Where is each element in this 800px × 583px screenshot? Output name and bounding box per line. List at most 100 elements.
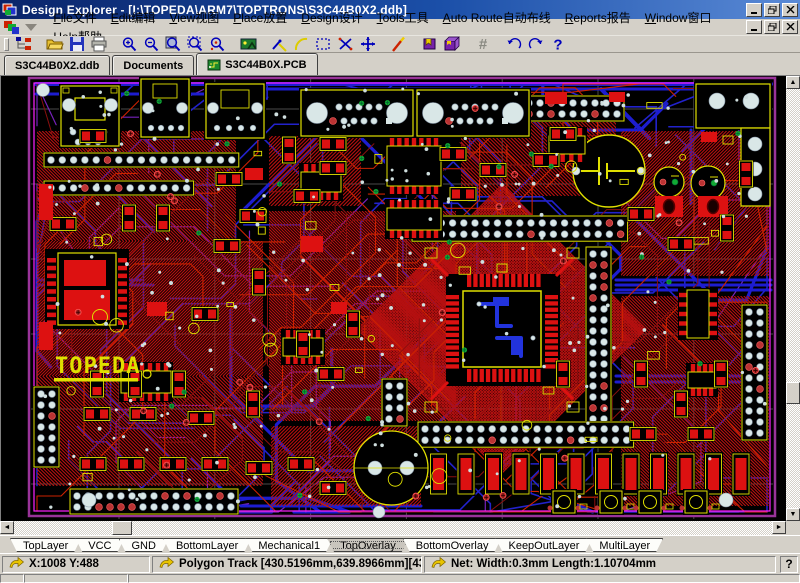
doc-minimize-button[interactable] (746, 20, 762, 34)
save-button[interactable] (66, 36, 88, 53)
smd-passive[interactable] (449, 187, 477, 202)
smd-passive[interactable] (674, 390, 689, 418)
smd-passive[interactable] (556, 360, 571, 388)
smd-passive[interactable] (282, 136, 297, 164)
smd-passive[interactable] (667, 237, 695, 252)
menu-view[interactable]: View视图 (162, 8, 226, 27)
horizontal-scroll-track[interactable] (14, 521, 772, 535)
smd-passive[interactable] (627, 207, 655, 222)
smd-passive[interactable] (245, 461, 273, 476)
smd-passive[interactable] (117, 457, 145, 472)
zoom-point-button[interactable] (207, 36, 229, 53)
zoom-document-button[interactable] (163, 36, 185, 53)
zoom-out-button[interactable] (141, 36, 163, 53)
menu-file[interactable]: File文件 (46, 8, 103, 27)
smd-passive[interactable] (287, 457, 315, 472)
cross-probe-button[interactable] (335, 36, 357, 53)
smd-passive[interactable] (319, 481, 347, 496)
pin-header[interactable] (411, 215, 629, 242)
smd-passive[interactable] (201, 457, 229, 472)
move-button[interactable] (357, 36, 379, 53)
minimize-button[interactable] (746, 3, 762, 17)
horizontal-scrollbar[interactable]: ◄ ► (0, 521, 800, 535)
horizontal-scroll-thumb[interactable] (112, 521, 132, 535)
document-tab-s3c44b0x2-ddb[interactable]: S3C44B0X2.ddb (4, 55, 110, 75)
menu-window[interactable]: Window窗口 (638, 8, 719, 27)
zoom-in-button[interactable] (119, 36, 141, 53)
smd-passive[interactable] (634, 360, 649, 388)
smd-resistor[interactable] (512, 452, 531, 496)
print-button[interactable] (88, 36, 110, 53)
menu-design[interactable]: Design设计 (294, 8, 369, 27)
menu-place[interactable]: Place放置 (226, 8, 294, 27)
soic-ic[interactable] (385, 199, 443, 239)
vertical-scroll-track[interactable] (786, 89, 800, 508)
doc-restore-button[interactable] (764, 20, 780, 34)
smd-passive[interactable] (49, 217, 77, 232)
layer-tab-vcc[interactable]: VCC (75, 538, 124, 552)
smd-passive[interactable] (252, 268, 267, 296)
smd-passive[interactable] (246, 390, 261, 418)
smd-passive[interactable] (629, 427, 657, 442)
capacitor[interactable] (654, 167, 684, 197)
pin-header[interactable] (381, 378, 408, 427)
smd-passive[interactable] (479, 163, 507, 178)
library-3d-button[interactable] (441, 36, 463, 53)
scroll-up-button[interactable]: ▲ (786, 76, 800, 89)
soic-ic[interactable] (686, 363, 718, 397)
design-explorer-cascade-icon[interactable] (4, 20, 19, 35)
smd-passive[interactable] (319, 161, 347, 176)
doc-close-button[interactable] (782, 20, 798, 34)
redo-button[interactable] (525, 36, 547, 53)
undo-button[interactable] (503, 36, 525, 53)
smd-resistor[interactable] (457, 452, 476, 496)
vertical-scroll-thumb[interactable] (786, 382, 800, 404)
fuse[interactable] (698, 196, 728, 217)
pin-header[interactable] (43, 152, 240, 168)
soic-ic[interactable] (678, 288, 718, 340)
scroll-down-button[interactable]: ▼ (786, 508, 800, 521)
highlight-button[interactable] (388, 36, 410, 53)
layer-tab-gnd[interactable]: GND (119, 538, 169, 552)
open-button[interactable] (44, 36, 66, 53)
document-tab-documents[interactable]: Documents (112, 55, 194, 75)
scroll-left-button[interactable]: ◄ (0, 521, 14, 534)
smd-passive[interactable] (319, 137, 347, 152)
smd-passive[interactable] (79, 129, 107, 144)
place-arc-button[interactable] (291, 36, 313, 53)
smd-passive[interactable] (739, 160, 754, 188)
library-button[interactable] (419, 36, 441, 53)
layer-tab-toplayer[interactable]: TopLayer (10, 538, 81, 552)
smd-passive[interactable] (79, 457, 107, 472)
smd-passive[interactable] (687, 427, 715, 442)
smd-passive[interactable] (213, 239, 241, 254)
scroll-right-button[interactable]: ► (772, 521, 786, 534)
select-area-button[interactable] (313, 36, 335, 53)
soic-ic-large[interactable] (45, 249, 129, 329)
smd-passive[interactable] (83, 407, 111, 422)
grid-button[interactable]: # (472, 36, 494, 53)
help-button[interactable]: ? (547, 36, 569, 53)
status-help-button[interactable]: ? (780, 556, 798, 573)
menu-edit[interactable]: Edit编辑 (104, 8, 163, 27)
brand-text[interactable]: TOPEDA (54, 354, 151, 382)
layer-tab-topoverlay[interactable]: TopOverlay (327, 538, 409, 552)
toolbar-handle[interactable] (4, 38, 9, 51)
place-track-button[interactable] (269, 36, 291, 53)
smd-passive[interactable] (122, 204, 137, 232)
db9-connector[interactable] (415, 88, 531, 138)
connector[interactable] (204, 82, 266, 140)
layer-tab-bottomoverlay[interactable]: BottomOverlay (403, 538, 502, 552)
smd-passive[interactable] (159, 457, 187, 472)
power-jack[interactable] (139, 77, 191, 139)
menu-reports[interactable]: Reports报告 (558, 8, 638, 27)
smd-passive[interactable] (346, 310, 361, 338)
pcb-canvas[interactable]: TOPEDA (0, 76, 786, 521)
smd-passive[interactable] (191, 307, 219, 322)
smd-passive[interactable] (215, 172, 243, 187)
smd-passive[interactable] (720, 214, 735, 242)
smd-passive[interactable] (714, 360, 729, 388)
smd-resistor[interactable] (484, 452, 503, 496)
zoom-area-button[interactable] (185, 36, 207, 53)
smd-resistor[interactable] (732, 452, 751, 496)
